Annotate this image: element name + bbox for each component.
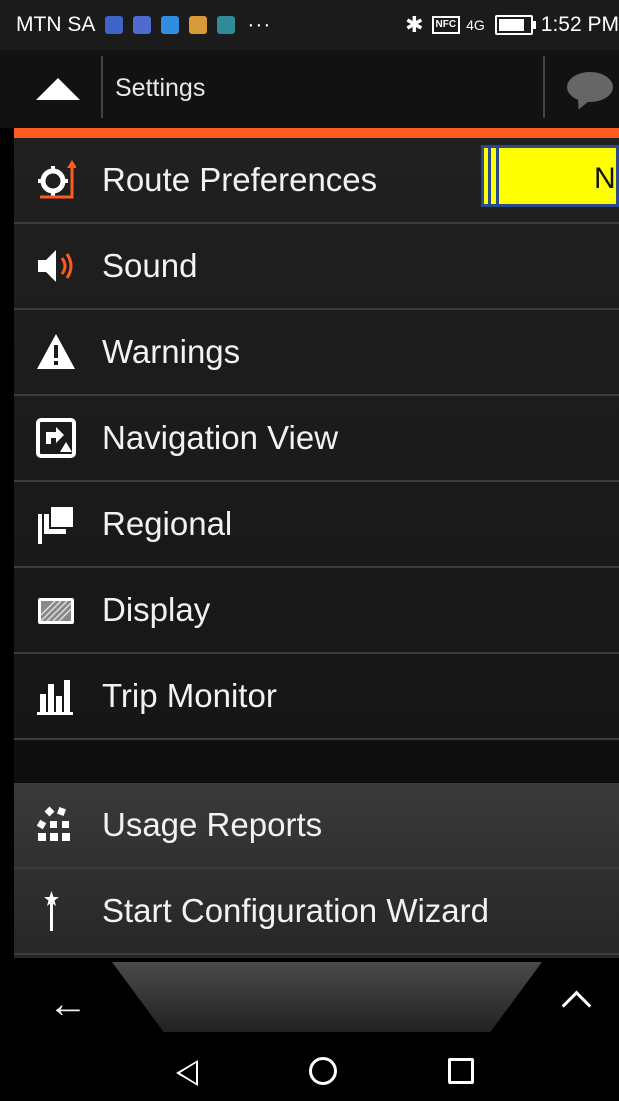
- settings-item-label: Start Configuration Wizard: [102, 892, 489, 929]
- accent-bar: [14, 128, 619, 138]
- settings-item-label: Navigation View: [102, 419, 339, 456]
- highlight-box-text: N: [594, 162, 616, 195]
- wizard-wand-icon: [44, 891, 59, 931]
- settings-item-display[interactable]: Display: [14, 568, 619, 654]
- settings-item-warnings[interactable]: Warnings: [14, 310, 619, 396]
- route-preferences-icon: [38, 160, 76, 199]
- system-home-icon[interactable]: [309, 1057, 337, 1085]
- divider: [543, 56, 545, 118]
- up-arrow-icon[interactable]: [36, 78, 80, 100]
- clock: 1:52 PM: [540, 13, 619, 36]
- settings-item-usage-reports[interactable]: Usage Reports: [14, 783, 619, 869]
- bottom-tab: [112, 962, 542, 1032]
- settings-item-label: Trip Monitor: [102, 677, 277, 714]
- app-header: Settings: [0, 50, 619, 128]
- settings-item-label: Warnings: [102, 333, 241, 370]
- nfc-icon: NFC: [431, 16, 461, 34]
- regional-flag-icon: [38, 505, 75, 544]
- settings-item-label: Sound: [102, 247, 198, 284]
- settings-item-configuration-wizard[interactable]: Start Configuration Wizard: [14, 869, 619, 955]
- settings-item-label: Usage Reports: [102, 806, 323, 843]
- settings-item-label: Regional: [102, 505, 233, 542]
- display-icon: [38, 598, 74, 624]
- warning-icon: [37, 334, 75, 369]
- more-notifications-icon: ···: [247, 13, 272, 36]
- settings-item-label: Route Preferences: [102, 161, 378, 198]
- maps-icon: [105, 16, 124, 34]
- settings-item-trip-monitor[interactable]: Trip Monitor: [14, 654, 619, 740]
- status-bar: MTN SA ··· ✱ NFC 4G 1:52 PM: [0, 0, 619, 50]
- bluetooth-icon: ✱: [405, 12, 424, 37]
- section-gap: [14, 741, 619, 783]
- settings-item-label: Display: [102, 591, 211, 628]
- navigation-view-icon: [36, 418, 76, 458]
- system-recents-icon[interactable]: [448, 1058, 474, 1084]
- trip-monitor-icon: [37, 680, 73, 715]
- carrier-name: MTN SA: [16, 13, 96, 36]
- settings-item-regional[interactable]: Regional: [14, 482, 619, 568]
- page-title: Settings: [115, 74, 206, 102]
- highlight-box-stripe: [496, 148, 499, 204]
- highlight-box: N: [481, 145, 619, 207]
- usage-reports-icon: [36, 806, 70, 841]
- highlight-box-stripe: [488, 148, 491, 204]
- messenger-icon: [161, 16, 180, 34]
- shop-icon: [189, 16, 208, 34]
- back-arrow-icon[interactable]: ←: [48, 984, 88, 1024]
- sound-icon: [38, 250, 73, 282]
- system-back-icon[interactable]: [176, 1060, 198, 1086]
- divider: [101, 56, 103, 118]
- signal-icon: 4G: [466, 17, 485, 33]
- battery-icon: [494, 15, 536, 35]
- gallery-icon: [217, 16, 236, 34]
- opera-icon: [133, 16, 152, 34]
- chat-bubble-icon[interactable]: [567, 72, 613, 102]
- settings-item-sound[interactable]: Sound: [14, 224, 619, 310]
- settings-item-navigation-view[interactable]: Navigation View: [14, 396, 619, 482]
